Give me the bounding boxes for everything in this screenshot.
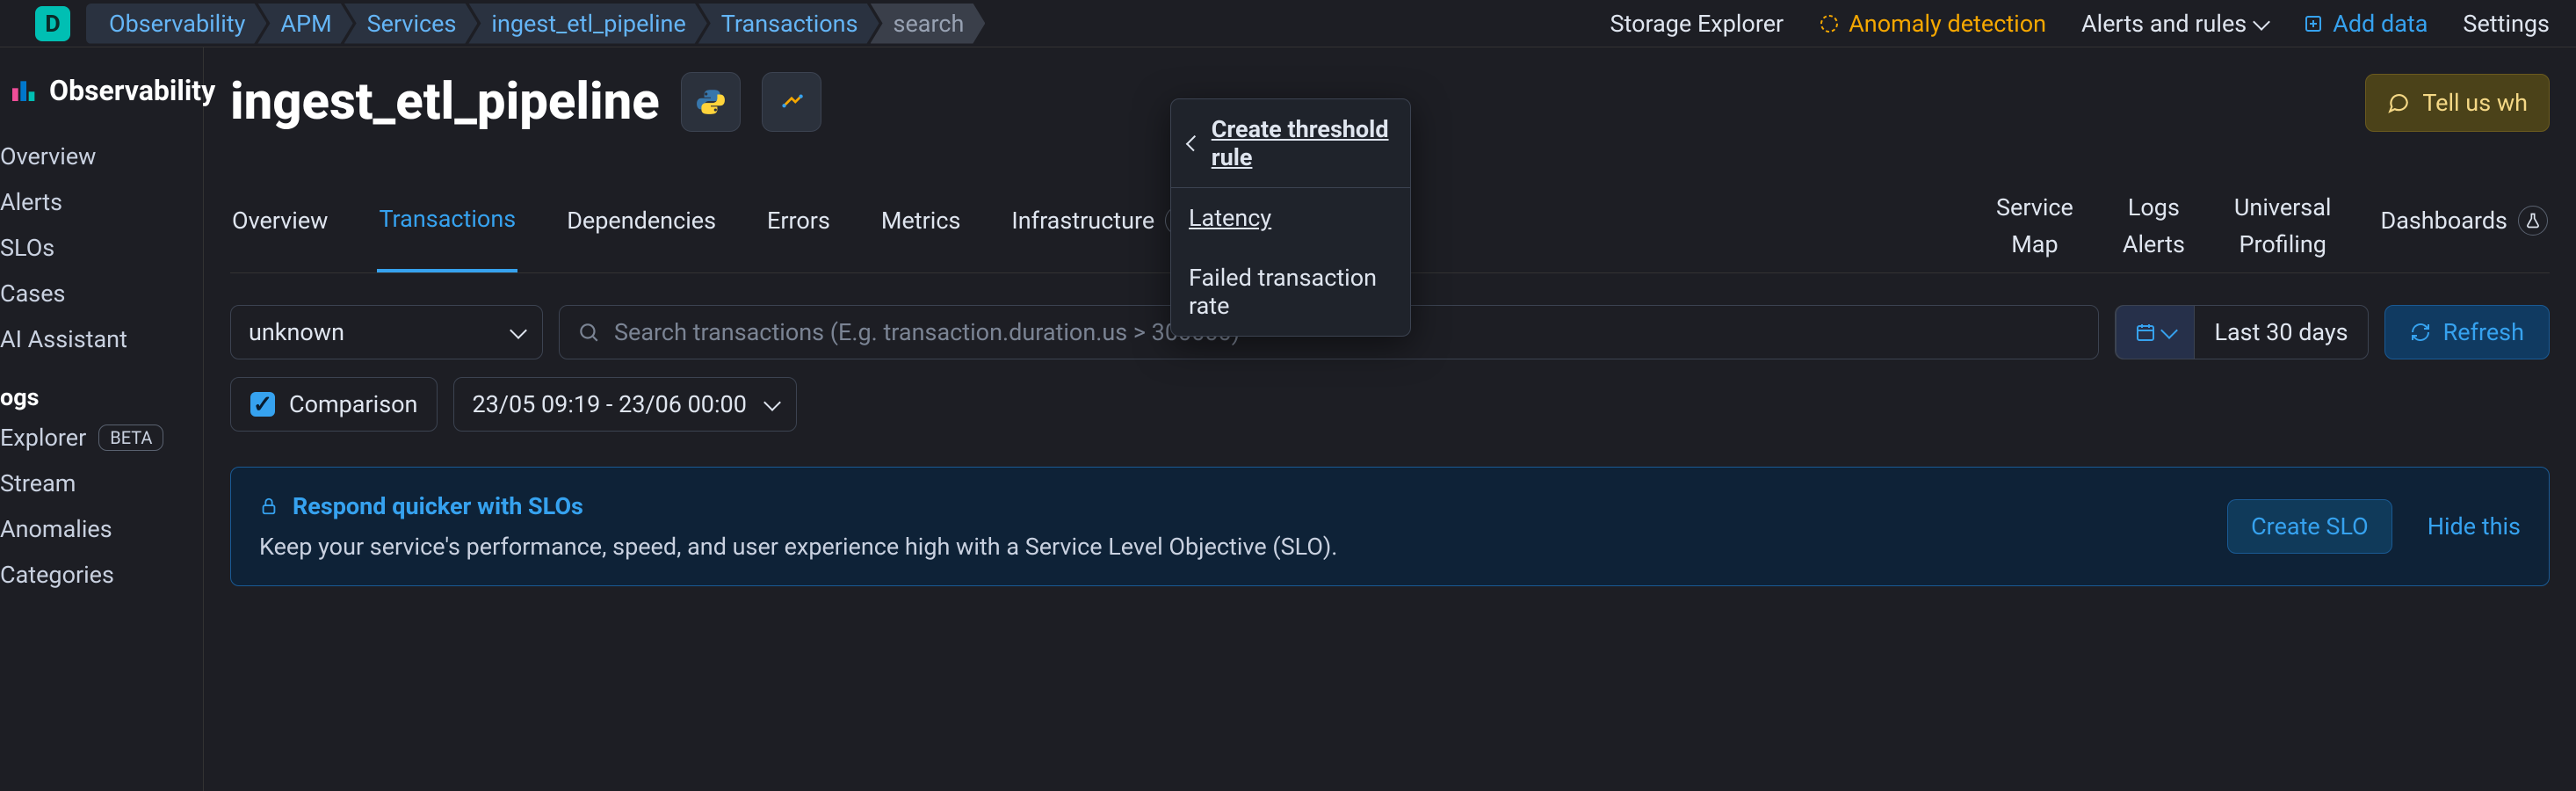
feedback-button[interactable]: Tell us wh: [2365, 74, 2550, 132]
breadcrumb-item[interactable]: APM: [257, 4, 352, 44]
sidebar-item-overview[interactable]: Overview: [0, 134, 203, 179]
checkbox-checked-icon: ✓: [250, 392, 275, 417]
breadcrumb-item[interactable]: Transactions: [698, 4, 879, 44]
anomaly-icon: [1819, 13, 1840, 34]
breadcrumb-item-current: search: [871, 4, 986, 44]
anomaly-detection-link[interactable]: Anomaly detection: [1819, 10, 2046, 38]
sidebar: Observability Overview Alerts SLOs Cases…: [0, 47, 204, 791]
callout-body: Keep your service's performance, speed, …: [259, 533, 1337, 561]
sidebar-item-cases[interactable]: Cases: [0, 271, 203, 316]
alerts-rules-dropdown[interactable]: Alerts and rules: [2081, 10, 2268, 38]
python-icon[interactable]: [681, 72, 741, 132]
sidebar-item-stream[interactable]: Stream: [0, 461, 203, 506]
sidebar-item-alerts[interactable]: Alerts: [0, 179, 203, 225]
lock-icon: [259, 497, 279, 516]
tab-transactions[interactable]: Transactions: [377, 185, 517, 272]
settings-link[interactable]: Settings: [2463, 10, 2550, 38]
callout-title: Respond quicker with SLOs: [259, 492, 1337, 520]
beta-badge: BETA: [98, 425, 163, 451]
tab-metrics[interactable]: Metrics: [879, 185, 963, 272]
chevron-down-icon: [2161, 322, 2179, 339]
top-bar: D Observability APM Services ingest_etl_…: [0, 0, 2576, 47]
tab-logs-alerts[interactable]: LogsAlerts: [2121, 185, 2187, 272]
tab-service-map[interactable]: ServiceMap: [1994, 185, 2075, 272]
search-icon: [577, 321, 600, 344]
sidebar-brand[interactable]: Observability: [0, 65, 203, 134]
breadcrumb-item[interactable]: ingest_etl_pipeline: [468, 4, 706, 44]
hide-callout-link[interactable]: Hide this: [2428, 512, 2521, 541]
refresh-icon: [2410, 322, 2431, 343]
chevron-left-icon: [1186, 135, 1202, 151]
sidebar-brand-title: Observability: [49, 74, 215, 107]
tab-infrastructure[interactable]: Infrastructure β: [1009, 185, 1197, 272]
tab-errors[interactable]: Errors: [765, 185, 832, 272]
sidebar-item-explorer[interactable]: Explorer BETA: [0, 415, 203, 461]
chevron-down-icon: [2253, 13, 2270, 31]
refresh-button[interactable]: Refresh: [2384, 305, 2550, 359]
calendar-icon: [2116, 305, 2195, 359]
create-slo-button[interactable]: Create SLO: [2227, 499, 2392, 554]
chevron-down-icon: [510, 322, 527, 339]
comparison-toggle[interactable]: ✓ Comparison: [230, 377, 438, 432]
tab-dependencies[interactable]: Dependencies: [565, 185, 718, 272]
time-range-picker[interactable]: Last 30 days: [2115, 305, 2368, 359]
chat-icon: [2387, 91, 2410, 114]
breadcrumb-item[interactable]: Services: [344, 4, 478, 44]
main-content: ingest_etl_pipeline Tell us wh Create th…: [204, 47, 2576, 791]
add-data-icon: [2303, 13, 2324, 34]
service-title: ingest_etl_pipeline: [230, 72, 660, 132]
storage-explorer-link[interactable]: Storage Explorer: [1610, 10, 1784, 38]
sidebar-item-categories[interactable]: Categories: [0, 552, 203, 598]
sidebar-item-slos[interactable]: SLOs: [0, 225, 203, 271]
transaction-type-select[interactable]: unknown: [230, 305, 543, 359]
observability-icon: [9, 75, 37, 106]
topbar-actions: Storage Explorer Anomaly detection Alert…: [1610, 10, 2567, 38]
sidebar-group-logs: ogs: [0, 362, 203, 415]
sidebar-item-anomalies[interactable]: Anomalies: [0, 506, 203, 552]
tab-overview[interactable]: Overview: [230, 185, 329, 272]
tab-dashboards[interactable]: Dashboards: [2378, 185, 2550, 272]
space-badge[interactable]: D: [35, 6, 70, 41]
slo-callout: Respond quicker with SLOs Keep your serv…: [230, 467, 2550, 586]
breadcrumb: Observability APM Services ingest_etl_pi…: [86, 4, 985, 44]
comparison-range-select[interactable]: 23/05 09:19 - 23/06 00:00: [453, 377, 796, 432]
tab-universal-profiling[interactable]: UniversalProfiling: [2232, 185, 2334, 272]
popover-item-latency[interactable]: Latency: [1171, 188, 1410, 248]
popover-header[interactable]: Create threshold rule: [1171, 99, 1410, 188]
threshold-rule-popover: Create threshold rule Latency Failed tra…: [1170, 98, 1411, 337]
sidebar-item-ai-assistant[interactable]: AI Assistant: [0, 316, 203, 362]
comparison-row: ✓ Comparison 23/05 09:19 - 23/06 00:00: [230, 377, 2550, 432]
opentelemetry-icon[interactable]: [762, 72, 821, 132]
breadcrumb-item[interactable]: Observability: [86, 4, 266, 44]
add-data-link[interactable]: Add data: [2303, 10, 2428, 38]
chevron-down-icon: [763, 394, 781, 411]
popover-item-failed-rate[interactable]: Failed transaction rate: [1171, 248, 1410, 336]
flask-icon: [2518, 206, 2548, 236]
